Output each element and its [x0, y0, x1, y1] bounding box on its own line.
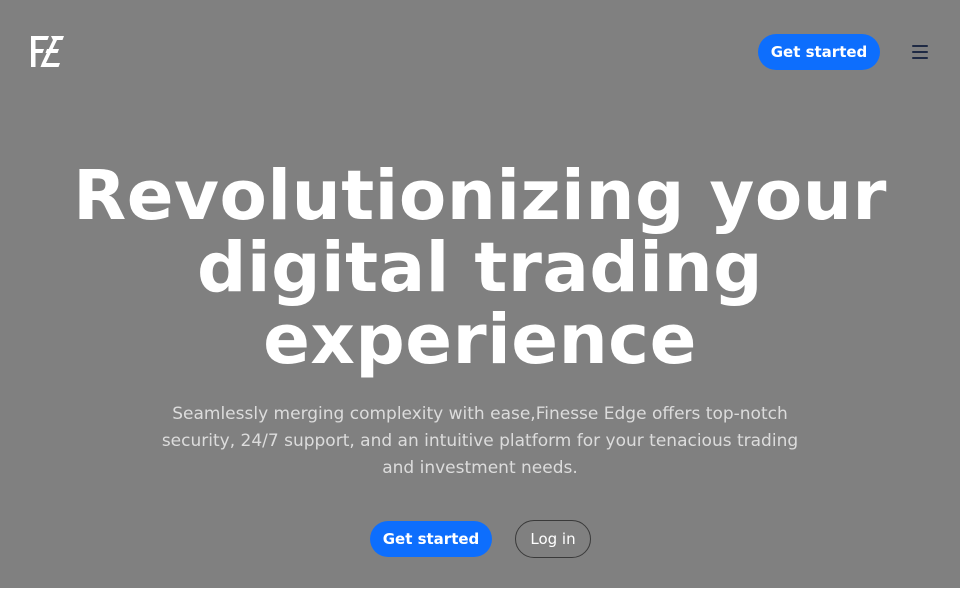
header-get-started-button[interactable]: Get started [758, 34, 880, 70]
hero-subtitle: Seamlessly merging complexity with ease,… [161, 404, 799, 478]
hero-title-line: experience [263, 300, 697, 380]
finesse-edge-logo-icon[interactable] [29, 35, 65, 68]
log-in-button[interactable]: Log in [515, 520, 591, 558]
hero-section: Get started Revolutionizing your digital… [0, 0, 960, 588]
hero-title-line: Revolutionizing your [73, 156, 887, 236]
hero-title-line: digital trading [197, 228, 763, 308]
hero-title: Revolutionizing your digital trading exp… [0, 160, 960, 376]
get-started-button[interactable]: Get started [370, 521, 492, 557]
hamburger-menu-icon[interactable] [906, 40, 934, 64]
